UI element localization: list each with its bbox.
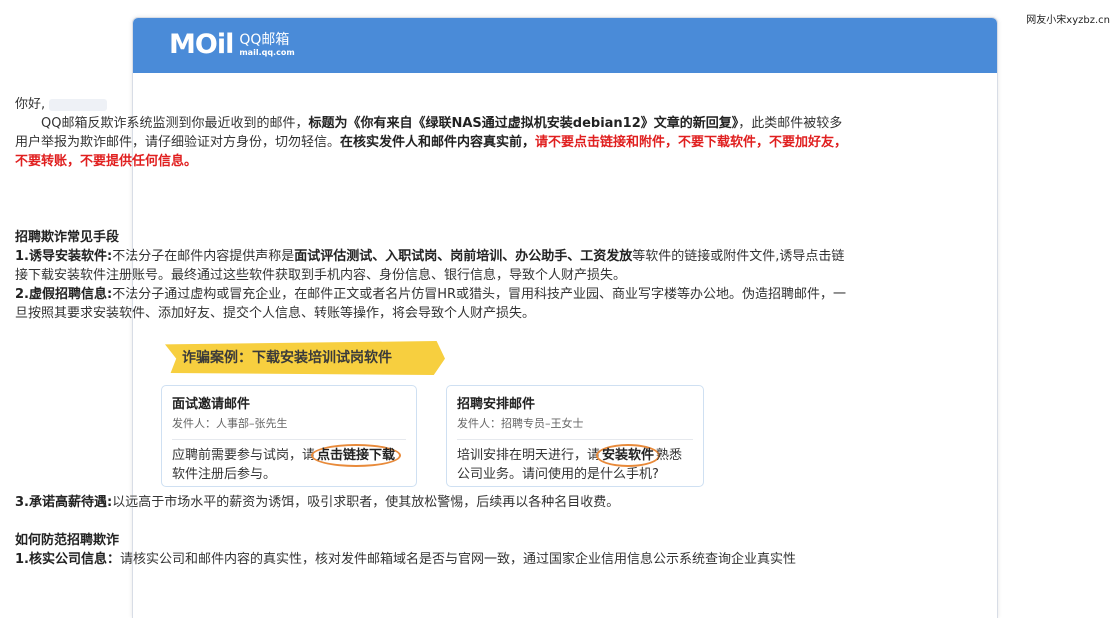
case-card-title: 招聘安排邮件 [457,397,536,412]
logo-brand: QQ邮箱 [239,32,290,48]
divider [172,439,406,440]
case-card-title: 面试邀请邮件 [172,397,251,412]
item-3: 3.承诺高薪待遇:以远高于市场水平的薪资为诱饵，吸引求职者，使其放松警惕，后续再… [15,493,853,512]
case-card-interview: 面试邀请邮件 发件人：人事部–张先生 应聘前需要参与试岗，请 点击链接下载软件注册… [161,385,417,487]
item-1-label: 1.诱导安装软件: [15,249,113,264]
item-1-bold: 面试评估测试、入职试岗、岗前培训、办公助手、工资发放 [294,249,633,264]
case-text-a: 应聘前需要参与试岗，请 [172,448,316,463]
qq-mail-logo: MOil QQ邮箱 mail.qq.com [169,30,295,60]
tip-1-text: 请核实公司和邮件内容的真实性，核对发件邮箱域名是否与官网一致，通过国家企业信用信… [119,552,796,567]
mail-body: 你好, QQ邮箱反欺诈系统监测到你最近收到的邮件，标题为《你有来自《绿联NAS通… [15,95,853,323]
intro-paragraph: QQ邮箱反欺诈系统监测到你最近收到的邮件，标题为《你有来自《绿联NAS通过虚拟机… [15,114,853,171]
item-3-text: 以远高于市场水平的薪资为诱饵，吸引求职者，使其放松警惕，后续再以各种名目收费。 [112,495,620,510]
case-text-b: 软件注册后参与。 [172,467,277,482]
case-card-text: 培训安排在明天进行，请 安装软件 熟悉公司业务。请问使用的是什么手机? [457,444,693,484]
verify-notice: 在核实发件人和邮件内容真实前， [340,135,536,150]
case-card-sender: 发件人：人事部–张先生 [172,417,288,430]
item-1-text-a: 不法分子在邮件内容提供声称是 [112,249,295,264]
item-3-label: 3.承诺高薪待遇: [15,495,113,510]
mail-header: MOil QQ邮箱 mail.qq.com [133,18,997,73]
case-banner-text: 诈骗案例：下载安装培训试岗软件 [182,350,392,366]
case-text-a: 培训安排在明天进行，请 [457,448,601,463]
mail-body-lower: 3.承诺高薪待遇:以远高于市场水平的薪资为诱饵，吸引求职者，使其放松警惕，后续再… [15,493,853,569]
section-title-prevention: 如何防范招聘欺诈 [15,533,120,548]
item-1: 1.诱导安装软件:不法分子在邮件内容提供声称是面试评估测试、入职试岗、岗前培训、… [15,247,853,285]
intro-prefix: QQ邮箱反欺诈系统监测到你最近收到的邮件， [41,116,309,131]
logo-mark: MOil [169,29,234,60]
redacted-name [49,98,108,111]
logo-domain: mail.qq.com [239,48,295,57]
divider [457,439,693,440]
circled-phrase: 点击链接下载 [311,444,402,467]
greeting-text: 你好, [15,97,46,112]
item-2-text: 不法分子通过虚构或冒充企业，在邮件正文或者名片仿冒HR或猎头，冒用科技产业园、商… [15,287,846,321]
case-card-arrangement: 招聘安排邮件 发件人：招聘专员–王女士 培训安排在明天进行，请 安装软件 熟悉公司业… [446,385,704,487]
circled-phrase: 安装软件 [596,444,661,467]
greeting: 你好, [15,95,853,114]
case-card-sender: 发件人：招聘专员–王女士 [457,417,584,430]
watermark-text: 网友小宋xyzbz.cn [1026,15,1110,26]
intro-title: 标题为《你有来自《绿联NAS通过虚拟机安装debian12》文章的新回复》 [308,116,739,131]
item-2: 2.虚假招聘信息:不法分子通过虚构或冒充企业，在邮件正文或者名片仿冒HR或猎头，… [15,285,853,323]
tip-1-label: 1.核实公司信息： [15,552,120,567]
section-title-recruit-fraud: 招聘欺诈常见手段 [15,230,120,245]
item-2-label: 2.虚假招聘信息: [15,287,113,302]
tip-1: 1.核实公司信息：请核实公司和邮件内容的真实性，核对发件邮箱域名是否与官网一致，… [15,550,853,569]
case-card-text: 应聘前需要参与试岗，请 点击链接下载软件注册后参与。 [172,444,406,484]
